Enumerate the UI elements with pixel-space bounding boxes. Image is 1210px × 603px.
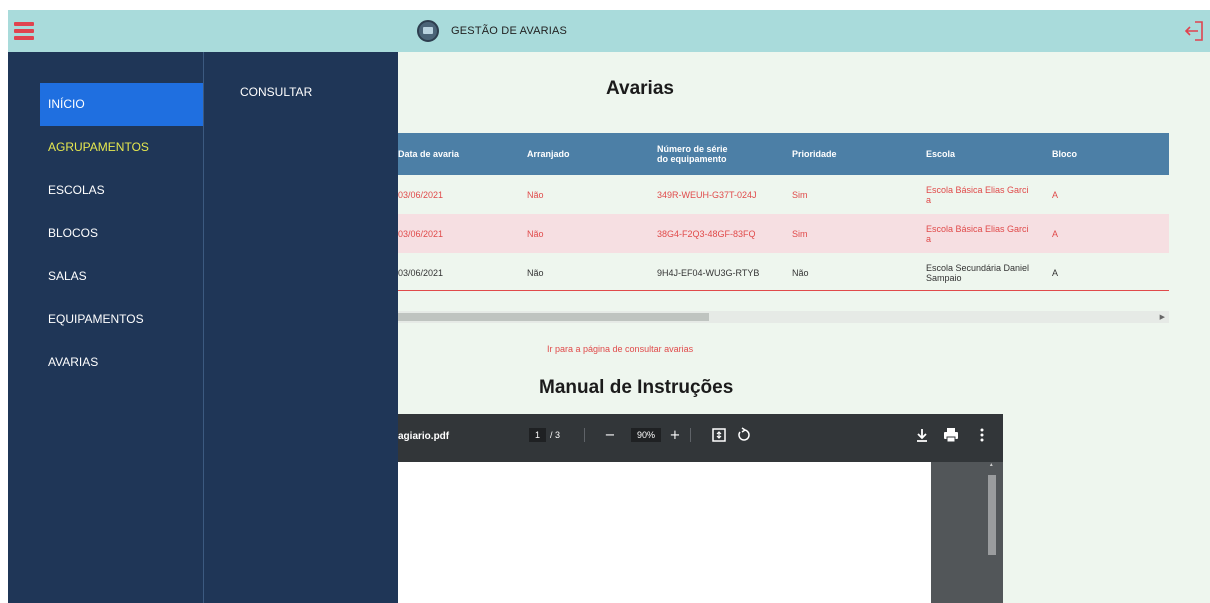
table-header: Data de avaria Arranjado Número de série… — [398, 133, 1169, 175]
sidebar-item-agrupamentos[interactable]: AGRUPAMENTOS — [40, 126, 203, 169]
cell-arranjado: Não — [527, 189, 544, 200]
pdf-page — [398, 462, 931, 603]
pdf-page-total: / 3 — [550, 430, 561, 440]
cell-escola: Escola Básica Elias Garci a — [926, 184, 1029, 205]
submenu-panel: CONSULTAR — [203, 52, 398, 603]
cell-arranjado: Não — [527, 267, 544, 278]
zoom-out-icon[interactable]: − — [601, 426, 619, 444]
app-frame: GESTÃO DE AVARIAS INÍCIO AGRUPAMENTOS ES… — [8, 10, 1210, 603]
cell-data: 03/06/2021 — [398, 267, 444, 278]
sidebar-item-equipamentos[interactable]: EQUIPAMENTOS — [40, 298, 203, 341]
consultar-avarias-link[interactable]: Ir para a página de consultar avarias — [547, 344, 693, 354]
sidebar: INÍCIO AGRUPAMENTOS ESCOLAS BLOCOS SALAS… — [8, 52, 203, 603]
sidebar-item-blocos[interactable]: BLOCOS — [40, 212, 203, 255]
sidebar-item-salas[interactable]: SALAS — [40, 255, 203, 298]
pdf-page-input[interactable]: 1 — [529, 428, 547, 442]
cell-serie: 38G4-F2Q3-48GF-83FQ — [657, 228, 756, 239]
cell-data: 03/06/2021 — [398, 228, 444, 239]
pdf-toolbar: agiario.pdf 1 / 3 − 90% + — [398, 414, 1003, 462]
cell-serie: 349R-WEUH-G37T-024J — [657, 189, 757, 200]
rotate-icon[interactable] — [735, 426, 753, 444]
zoom-in-icon[interactable]: + — [666, 426, 684, 444]
cell-data: 03/06/2021 — [398, 189, 444, 200]
app-title: GESTÃO DE AVARIAS — [451, 25, 568, 37]
pdf-zoom-input[interactable]: 90% — [631, 428, 662, 442]
cell-arranjado: Não — [527, 228, 544, 239]
pdf-page-indicator: 1 / 3 — [529, 428, 560, 442]
main-content: Avarias Data de avaria Arranjado Número … — [398, 52, 1210, 603]
brand: GESTÃO DE AVARIAS — [417, 16, 567, 46]
col-arranjado[interactable]: Arranjado — [527, 133, 570, 175]
logout-icon[interactable] — [1184, 20, 1204, 42]
cell-serie: 9H4J-EF04-WU3G-RTYB — [657, 267, 760, 278]
cell-prioridade: Sim — [792, 228, 808, 239]
sidebar-item-avarias[interactable]: AVARIAS — [40, 341, 203, 384]
manual-title: Manual de Instruções — [539, 377, 734, 398]
col-prioridade[interactable]: Prioridade — [792, 133, 837, 175]
scrollbar-thumb[interactable] — [398, 313, 709, 321]
cell-bloco: A — [1052, 267, 1059, 278]
table-row[interactable]: 03/06/2021 Não 349R-WEUH-G37T-024J Sim E… — [398, 175, 1169, 214]
more-options-icon[interactable] — [973, 426, 991, 444]
cell-bloco: A — [1052, 189, 1059, 200]
table-bottom-border — [398, 290, 1169, 291]
sidebar-item-inicio[interactable]: INÍCIO — [40, 83, 203, 126]
hamburger-menu-icon[interactable] — [14, 22, 34, 40]
submenu-item-consultar[interactable]: CONSULTAR — [240, 85, 312, 99]
avarias-table: Data de avaria Arranjado Número de série… — [398, 133, 1169, 293]
cell-prioridade: Sim — [792, 189, 808, 200]
toolbar-divider — [690, 428, 691, 442]
fit-page-icon[interactable] — [710, 426, 728, 444]
cell-escola: Escola Básica Elias Garci a — [926, 223, 1029, 244]
table-horizontal-scrollbar[interactable]: ▶ — [398, 311, 1169, 323]
pdf-viewer[interactable]: agiario.pdf 1 / 3 − 90% + — [398, 414, 1003, 603]
pdf-scrollbar-thumb[interactable] — [988, 475, 996, 555]
table-row[interactable]: 03/06/2021 Não 9H4J-EF04-WU3G-RTYB Não E… — [398, 253, 1169, 292]
pdf-vertical-scrollbar[interactable] — [987, 466, 997, 603]
cell-prioridade: Não — [792, 267, 809, 278]
download-icon[interactable] — [913, 426, 931, 444]
cell-escola: Escola Secundária Daniel Sampaio — [926, 262, 1030, 283]
toolbar-divider — [584, 428, 585, 442]
print-icon[interactable] — [942, 426, 960, 444]
pdf-filename: agiario.pdf — [398, 431, 450, 442]
sidebar-item-escolas[interactable]: ESCOLAS — [40, 169, 203, 212]
app-logo-icon — [417, 20, 439, 42]
col-escola[interactable]: Escola — [926, 133, 955, 175]
page-title: Avarias — [606, 78, 674, 99]
col-numero-serie[interactable]: Número de série do equipamento — [657, 133, 728, 175]
col-data-avaria[interactable]: Data de avaria — [398, 133, 459, 175]
col-bloco[interactable]: Bloco — [1052, 133, 1077, 175]
cell-bloco: A — [1052, 228, 1059, 239]
scroll-right-arrow-icon[interactable]: ▶ — [1160, 313, 1165, 321]
table-row[interactable]: 03/06/2021 Não 38G4-F2Q3-48GF-83FQ Sim E… — [398, 214, 1169, 253]
top-bar: GESTÃO DE AVARIAS — [8, 10, 1210, 52]
